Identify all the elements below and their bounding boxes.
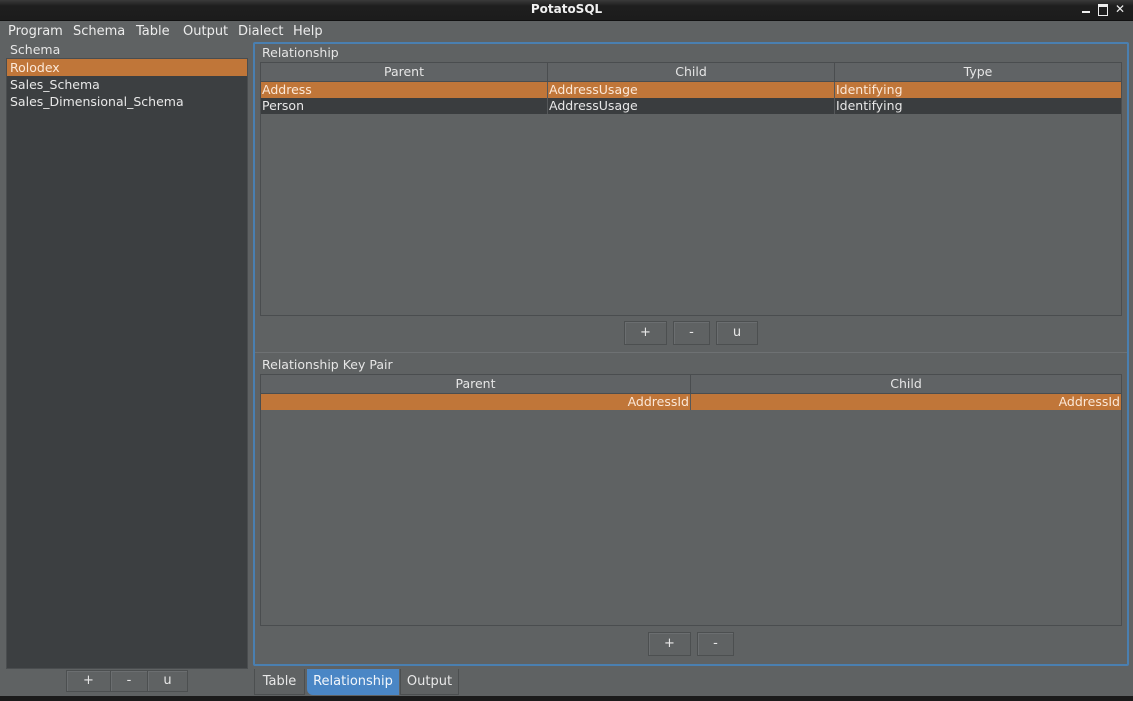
table-row[interactable]: Person AddressUsage Identifying bbox=[261, 98, 1121, 114]
minimize-icon bbox=[1082, 11, 1090, 13]
remove-key-pair-button[interactable]: - bbox=[697, 632, 734, 656]
cell-parent: Address bbox=[261, 82, 548, 98]
cell-type: Identifying bbox=[836, 98, 903, 113]
schema-panel: Schema Rolodex Sales_Schema Sales_Dimens… bbox=[4, 41, 248, 695]
maximize-icon bbox=[1098, 4, 1108, 16]
schema-item-rolodex[interactable]: Rolodex bbox=[7, 59, 247, 76]
window-bottom-border bbox=[0, 696, 1133, 701]
relationship-tab-panel: Relationship Parent Child Type Address A… bbox=[253, 42, 1129, 666]
cell-parent: Person bbox=[261, 98, 548, 114]
update-relationship-button[interactable]: u bbox=[716, 321, 758, 345]
tab-table[interactable]: Table bbox=[254, 669, 305, 695]
cell-parent: AddressId bbox=[261, 394, 691, 410]
schema-list[interactable]: Rolodex Sales_Schema Sales_Dimensional_S… bbox=[6, 58, 248, 669]
maximize-button[interactable] bbox=[1096, 2, 1110, 16]
table-row[interactable]: Address AddressUsage Identifying bbox=[261, 82, 1121, 98]
column-header-child[interactable]: Child bbox=[548, 63, 835, 81]
title-bar: PotatoSQL ✕ bbox=[0, 0, 1133, 21]
remove-relationship-button[interactable]: - bbox=[673, 321, 710, 345]
cell-type: Identifying bbox=[836, 82, 903, 97]
section-divider bbox=[255, 352, 1127, 353]
schema-button-bar: + - u bbox=[4, 670, 248, 694]
close-icon: ✕ bbox=[1114, 2, 1126, 16]
key-pair-table[interactable]: Parent Child AddressId AddressId bbox=[260, 374, 1122, 626]
relationship-table-header: Parent Child Type bbox=[261, 63, 1121, 82]
cell-child: AddressUsage bbox=[548, 98, 835, 114]
menu-table[interactable]: Table bbox=[136, 24, 170, 39]
column-header-type[interactable]: Type bbox=[835, 63, 1121, 81]
menu-output[interactable]: Output bbox=[183, 24, 228, 39]
table-row[interactable]: AddressId AddressId bbox=[261, 394, 1121, 410]
column-header-parent[interactable]: Parent bbox=[261, 375, 691, 393]
minimize-button[interactable] bbox=[1079, 2, 1093, 16]
relationship-table[interactable]: Parent Child Type Address AddressUsage I… bbox=[260, 62, 1122, 316]
remove-schema-button[interactable]: - bbox=[110, 670, 148, 692]
schema-item-sales-schema[interactable]: Sales_Schema bbox=[7, 76, 247, 93]
menu-schema[interactable]: Schema bbox=[73, 24, 125, 39]
relationship-section-label: Relationship bbox=[262, 45, 339, 60]
key-pair-table-header: Parent Child bbox=[261, 375, 1121, 394]
add-schema-button[interactable]: + bbox=[66, 670, 111, 692]
add-relationship-button[interactable]: + bbox=[624, 321, 667, 345]
menu-program[interactable]: Program bbox=[8, 24, 63, 39]
cell-child: AddressUsage bbox=[548, 82, 835, 98]
window-title: PotatoSQL bbox=[530, 2, 603, 16]
menu-help[interactable]: Help bbox=[293, 24, 323, 39]
column-header-child[interactable]: Child bbox=[691, 375, 1121, 393]
key-pair-section-label: Relationship Key Pair bbox=[262, 357, 393, 372]
schema-item-sales-dimensional-schema[interactable]: Sales_Dimensional_Schema bbox=[7, 93, 247, 110]
menu-dialect[interactable]: Dialect bbox=[238, 24, 283, 39]
schema-panel-label: Schema bbox=[10, 42, 61, 57]
menu-bar: Program Schema Table Output Dialect Help bbox=[0, 21, 1133, 41]
update-schema-button[interactable]: u bbox=[147, 670, 188, 692]
close-button[interactable]: ✕ bbox=[1113, 2, 1127, 16]
tab-output[interactable]: Output bbox=[400, 669, 459, 695]
tab-relationship[interactable]: Relationship bbox=[307, 669, 399, 695]
add-key-pair-button[interactable]: + bbox=[648, 632, 691, 656]
cell-child: AddressId bbox=[1058, 394, 1120, 409]
column-header-parent[interactable]: Parent bbox=[261, 63, 548, 81]
